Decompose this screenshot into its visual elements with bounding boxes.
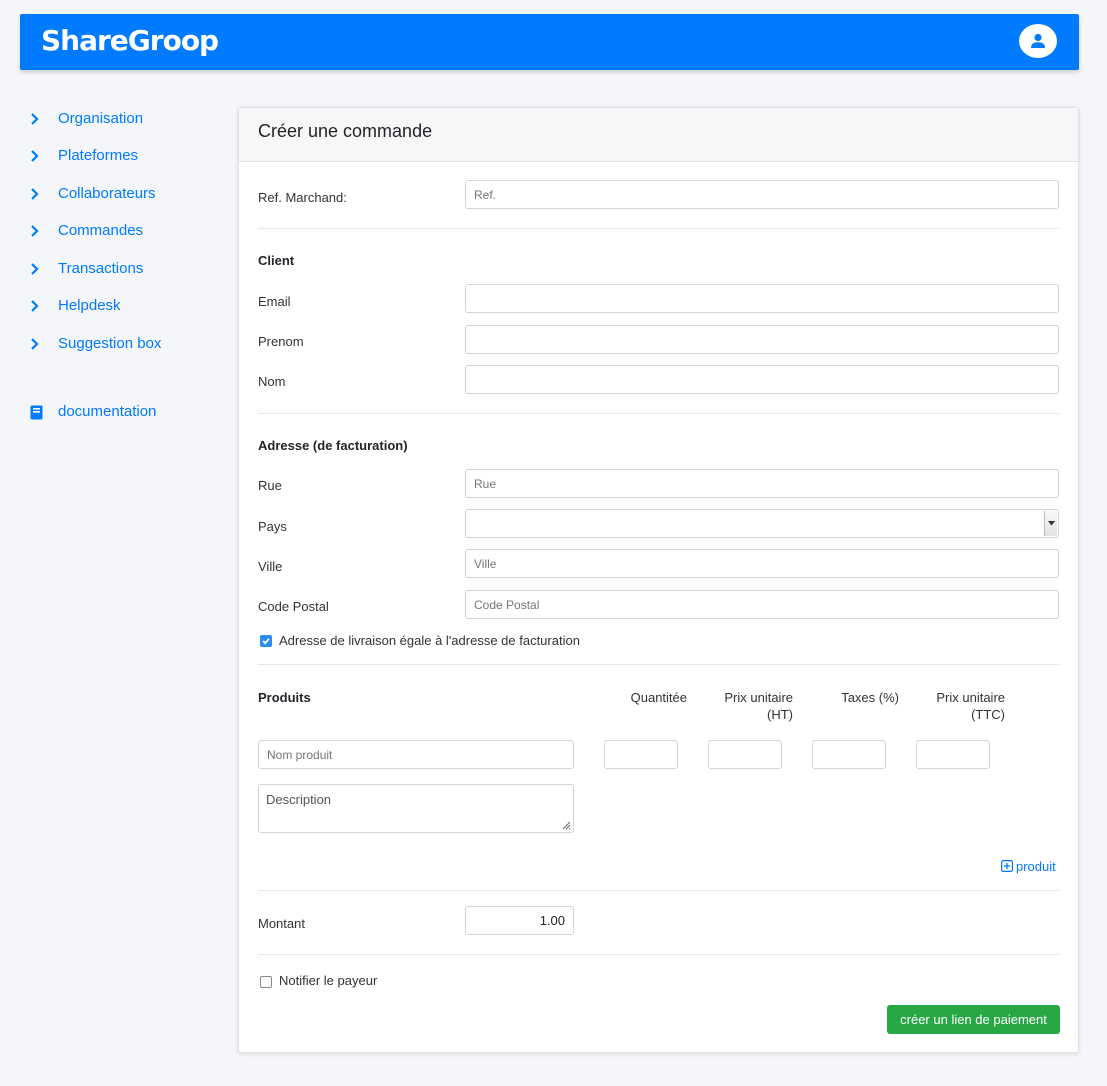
create-order-card: Créer une commande Ref. Marchand: Client…: [238, 107, 1079, 1053]
prenom-field[interactable]: [465, 325, 1059, 354]
pays-select[interactable]: [465, 509, 1059, 538]
product-taxes-input[interactable]: [812, 740, 886, 769]
notify-payer-checkbox[interactable]: [260, 976, 272, 988]
divider: [258, 664, 1059, 665]
sidebar-item-label: Commandes: [58, 222, 144, 239]
sidebar-item-plateformes[interactable]: Plateformes: [30, 145, 230, 167]
address-heading: Adresse (de facturation): [258, 438, 408, 453]
resize-handle-icon: [562, 821, 571, 830]
product-quantity-input[interactable]: [604, 740, 678, 769]
sidebar-item-label: documentation: [58, 403, 157, 420]
sidebar-item-collaborateurs[interactable]: Collaborateurs: [30, 183, 230, 205]
select-arrow-button[interactable]: [1044, 511, 1057, 536]
code-postal-label: Code Postal: [258, 599, 329, 614]
add-product-label: produit: [1016, 859, 1056, 874]
sidebar-item-organisation[interactable]: Organisation: [30, 108, 230, 130]
montant-input[interactable]: 1.00: [465, 906, 574, 935]
col-unit-price-ttc-line1: Prix unitaire: [936, 690, 1005, 705]
email-field[interactable]: [465, 284, 1059, 313]
top-navbar: ShareGroop: [20, 14, 1079, 70]
sidebar-item-transactions[interactable]: Transactions: [30, 258, 230, 280]
divider: [258, 228, 1059, 229]
col-unit-price-ht-line2: (HT): [767, 707, 793, 722]
product-name-input[interactable]: [258, 740, 574, 769]
prenom-label: Prenom: [258, 334, 304, 349]
create-payment-link-button[interactable]: créer un lien de paiement: [887, 1005, 1060, 1034]
email-label: Email: [258, 294, 291, 309]
ref-input[interactable]: [465, 180, 1059, 209]
card-header: Créer une commande: [239, 108, 1078, 162]
sidebar-item-helpdesk[interactable]: Helpdesk: [30, 295, 230, 317]
products-heading: Produits: [258, 690, 311, 705]
col-unit-price-ht-line1: Prix unitaire: [724, 690, 793, 705]
code-postal-input[interactable]: [465, 590, 1059, 619]
sidebar-item-label: Plateformes: [58, 147, 139, 164]
product-description-textarea[interactable]: Description: [258, 784, 574, 833]
divider: [258, 890, 1059, 891]
col-unit-price-ttc: Prix unitaire (TTC): [911, 689, 1005, 723]
chevron-right-icon: [31, 188, 39, 200]
chevron-right-icon: [31, 263, 39, 275]
chevron-right-icon: [31, 225, 39, 237]
col-unit-price-ht: Prix unitaire (HT): [699, 689, 793, 723]
divider: [258, 954, 1059, 955]
chevron-right-icon: [31, 338, 39, 350]
brand-logo[interactable]: ShareGroop: [41, 24, 219, 58]
client-heading: Client: [258, 253, 295, 268]
user-avatar-button[interactable]: [1019, 24, 1057, 58]
sidebar-item-commandes[interactable]: Commandes: [30, 220, 230, 242]
chevron-right-icon: [31, 113, 39, 125]
ref-label: Ref. Marchand:: [258, 190, 347, 205]
sidebar-item-documentation[interactable]: documentation: [30, 401, 230, 423]
pays-label: Pays: [258, 519, 287, 534]
product-unit-price-ttc-input[interactable]: [916, 740, 990, 769]
user-icon: [1031, 33, 1045, 48]
same-delivery-checkbox[interactable]: [260, 635, 272, 647]
plus-square-icon: [1001, 860, 1013, 872]
col-quantity: Quantitée: [630, 690, 687, 705]
chevron-right-icon: [31, 300, 39, 312]
sidebar-item-label: Helpdesk: [58, 297, 121, 314]
same-delivery-label: Adresse de livraison égale à l'adresse d…: [279, 633, 580, 648]
montant-label: Montant: [258, 916, 305, 931]
chevron-right-icon: [31, 150, 39, 162]
sidebar-item-suggestion-box[interactable]: Suggestion box: [30, 333, 230, 355]
divider: [258, 413, 1059, 414]
nom-field[interactable]: [465, 365, 1059, 394]
rue-label: Rue: [258, 478, 282, 493]
description-placeholder: Description: [266, 792, 332, 807]
sidebar-item-label: Organisation: [58, 110, 144, 127]
nom-label: Nom: [258, 374, 286, 389]
col-taxes: Taxes (%): [841, 690, 899, 705]
col-unit-price-ttc-line2: (TTC): [971, 707, 1005, 722]
ville-label: Ville: [258, 559, 283, 574]
notify-payer-label: Notifier le payeur: [279, 973, 378, 988]
caret-down-icon: [1048, 521, 1055, 526]
rue-input[interactable]: [465, 469, 1059, 498]
product-unit-price-ht-input[interactable]: [708, 740, 782, 769]
book-icon: [30, 405, 43, 420]
sidebar-item-label: Collaborateurs: [58, 185, 156, 202]
sidebar-item-label: Transactions: [58, 260, 144, 277]
ville-input[interactable]: [465, 549, 1059, 578]
page-title: Créer une commande: [258, 121, 433, 141]
check-icon: [262, 638, 270, 645]
sidebar-item-label: Suggestion box: [58, 335, 162, 352]
